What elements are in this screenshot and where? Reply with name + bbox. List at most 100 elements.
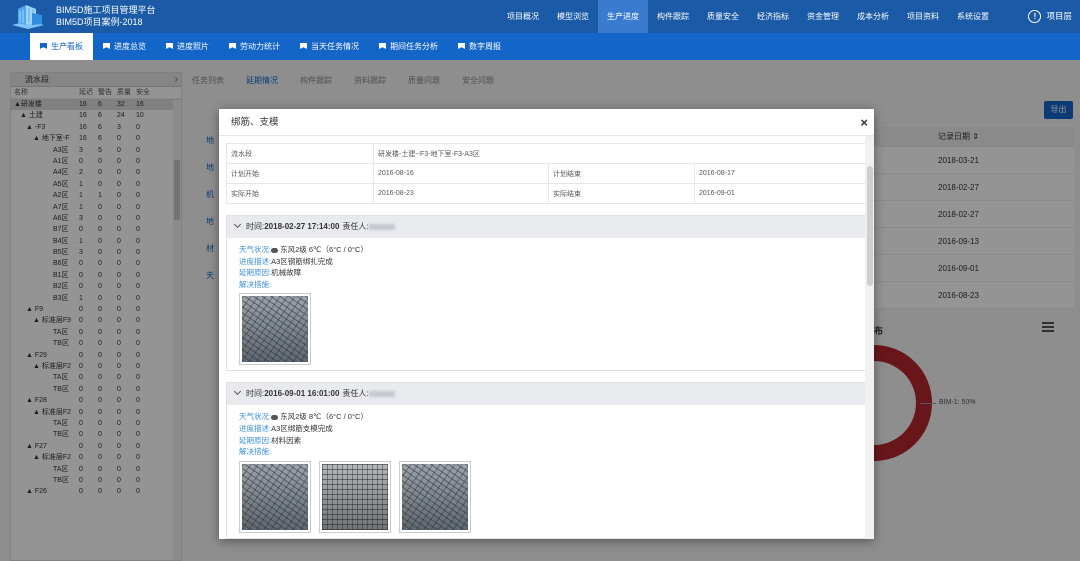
record-time-prefix: 时间: <box>246 389 265 399</box>
record-person-label: 责任人: <box>342 222 369 231</box>
subnav-item-5[interactable]: 期间任务分析 <box>369 33 448 60</box>
building-logo-icon <box>12 5 44 29</box>
user-menu[interactable]: ! 项目层 <box>1028 0 1072 33</box>
redacted-name <box>368 391 395 398</box>
record-desc-line: 进度描述:A3区钢筋绑扎完成 <box>239 256 865 268</box>
record-weather-value: 东风2级 6℃（6°C / 0°C） <box>280 245 368 254</box>
flag-icon <box>379 42 386 49</box>
actual-start-value: 2016-08-23 <box>373 183 549 204</box>
actual-end-value: 2016-09-01 <box>694 183 865 204</box>
photo-image <box>402 463 468 530</box>
record-delay-value: 机械故障 <box>271 268 302 278</box>
record-delay-line: 延期原因:机械故障 <box>239 267 865 279</box>
flag-icon <box>300 42 307 49</box>
record-header[interactable]: 时间:2016-09-01 16:01:00 责任人: <box>227 383 865 406</box>
rebar-photo[interactable] <box>399 460 471 533</box>
record-body: 天气状况: 东风2级 6℃（6°C / 0°C） 进度描述:A3区钢筋绑扎完成 延期原… <box>227 238 865 370</box>
plan-start-label: 计划开始 <box>226 163 374 184</box>
rebar-photo[interactable] <box>239 460 311 533</box>
record-time: 2018-02-27 17:14:00 <box>264 222 340 231</box>
record-weather-line: 天气状况: 东风2级 8℃（6°C / 0°C） <box>239 411 865 423</box>
chevron-down-icon <box>233 388 242 396</box>
record-solution-label: 解决措施: <box>239 447 272 457</box>
brand-line-1: BIM5D施工项目管理平台 <box>56 5 156 15</box>
nav-item-5[interactable]: 经济指标 <box>748 0 798 33</box>
record-time-prefix: 时间: <box>246 222 265 231</box>
nav-item-7[interactable]: 成本分析 <box>848 0 898 33</box>
brand-line-2: BIM5D项目案例-2018 <box>56 17 143 27</box>
record-delay-label: 延期原因: <box>239 268 272 278</box>
progress-record: 时间:2018-02-27 17:14:00 责任人: 天气状况: 东风2级 6℃（6… <box>226 215 865 372</box>
plan-end-label: 计划结束 <box>548 163 695 184</box>
brand-title: BIM5D施工项目管理平台 BIM5D项目案例-2018 <box>56 4 156 28</box>
subnav-label: 进度照片 <box>177 42 209 51</box>
photo-image <box>242 296 308 363</box>
task-detail-modal: 绑筋、支模 × 流水段 研发楼-土建--F3-地下室-F3-A3区 计划开始 2… <box>219 109 874 539</box>
record-person-label: 责任人: <box>342 389 369 399</box>
record-weather-label: 天气状况: <box>239 245 272 254</box>
subnav-item-3[interactable]: 劳动力统计 <box>219 33 290 60</box>
subnav-label: 劳动力统计 <box>240 42 280 51</box>
flag-icon <box>229 42 236 49</box>
flag-icon <box>166 42 173 49</box>
subnav-item-4[interactable]: 当天任务情况 <box>290 33 369 60</box>
rebar-photo[interactable] <box>319 460 391 533</box>
record-desc-value: A3区绑筋支模完成 <box>271 423 333 433</box>
record-weather-line: 天气状况: 东风2级 6℃（6°C / 0°C） <box>239 244 865 256</box>
top-header: BIM5D施工项目管理平台 BIM5D项目案例-2018 项目概况 模型浏览 生产进… <box>0 0 1080 33</box>
record-header[interactable]: 时间:2018-02-27 17:14:00 责任人: <box>227 216 865 238</box>
cloud-icon <box>271 247 279 253</box>
actual-end-label: 实际结束 <box>548 183 695 204</box>
rebar-photo[interactable] <box>239 293 311 366</box>
task-info-table: 流水段 研发楼-土建--F3-地下室-F3-A3区 计划开始 2016-08-1… <box>226 143 865 204</box>
record-solution-label: 解决措施: <box>239 279 272 289</box>
nav-item-8[interactable]: 项目资料 <box>898 0 948 33</box>
record-solution-line: 解决措施: <box>239 279 865 291</box>
main-nav: 项目概况 模型浏览 生产进度 构件跟踪 质量安全 经济指标 资金管理 成本分析 项目资料 系统设置 <box>498 0 998 33</box>
actual-start-label: 实际开始 <box>226 183 374 204</box>
record-photos <box>239 460 865 533</box>
subnav-item-0[interactable]: 生产看板 <box>30 33 93 60</box>
record-weather-value: 东风2级 8℃（6°C / 0°C） <box>280 412 368 422</box>
modal-scrollbar[interactable] <box>865 136 874 539</box>
photo-image <box>322 463 388 530</box>
record-desc-label: 进度描述: <box>239 423 272 433</box>
nav-item-3[interactable]: 构件跟踪 <box>648 0 698 33</box>
modal-scroll-thumb[interactable] <box>866 166 873 286</box>
subnav-item-1[interactable]: 进度总览 <box>93 33 156 60</box>
flag-icon <box>458 42 465 49</box>
record-delay-value: 材料因素 <box>271 435 302 445</box>
modal-body: 流水段 研发楼-土建--F3-地下室-F3-A3区 计划开始 2016-08-1… <box>219 136 865 539</box>
record-body: 天气状况: 东风2级 8℃（6°C / 0°C） 进度描述:A3区绑筋支模完成 延期原… <box>227 405 865 537</box>
progress-record: 时间:2016-09-01 16:01:00 责任人: 天气状况: 东风2级 8℃（6… <box>226 382 865 539</box>
modal-title: 绑筋、支模 <box>231 117 279 128</box>
record-desc-label: 进度描述: <box>239 256 272 266</box>
subnav-label: 期间任务分析 <box>390 42 438 51</box>
nav-item-0[interactable]: 项目概况 <box>498 0 548 33</box>
info-icon: ! <box>1028 10 1042 23</box>
subnav-item-2[interactable]: 进度照片 <box>156 33 219 60</box>
modal-header: 绑筋、支模 × <box>219 109 874 136</box>
nav-item-4[interactable]: 质量安全 <box>698 0 748 33</box>
flag-icon <box>103 42 110 49</box>
record-delay-label: 延期原因: <box>239 435 272 445</box>
nav-item-6[interactable]: 资金管理 <box>798 0 848 33</box>
nav-item-1[interactable]: 模型浏览 <box>548 0 598 33</box>
subnav-label: 数字周报 <box>469 42 501 51</box>
record-solution-line: 解决措施: <box>239 446 865 458</box>
segment-value: 研发楼-土建--F3-地下室-F3-A3区 <box>373 143 865 164</box>
cloud-icon <box>271 414 279 420</box>
nav-item-2[interactable]: 生产进度 <box>598 0 648 33</box>
chevron-down-icon <box>233 220 242 229</box>
subnav-item-6[interactable]: 数字周报 <box>448 33 511 60</box>
redacted-name <box>368 223 395 230</box>
close-icon[interactable]: × <box>860 109 868 136</box>
subnav-label: 当天任务情况 <box>311 42 359 51</box>
nav-item-9[interactable]: 系统设置 <box>948 0 998 33</box>
record-time: 2016-09-01 16:01:00 <box>264 389 340 399</box>
record-weather-label: 天气状况: <box>239 412 272 422</box>
progress-records: 时间:2018-02-27 17:14:00 责任人: 天气状况: 东风2级 6℃（6… <box>226 215 865 539</box>
user-level-label: 项目层 <box>1046 11 1072 21</box>
record-desc-line: 进度描述:A3区绑筋支模完成 <box>239 423 865 435</box>
subnav-label: 进度总览 <box>114 42 146 51</box>
